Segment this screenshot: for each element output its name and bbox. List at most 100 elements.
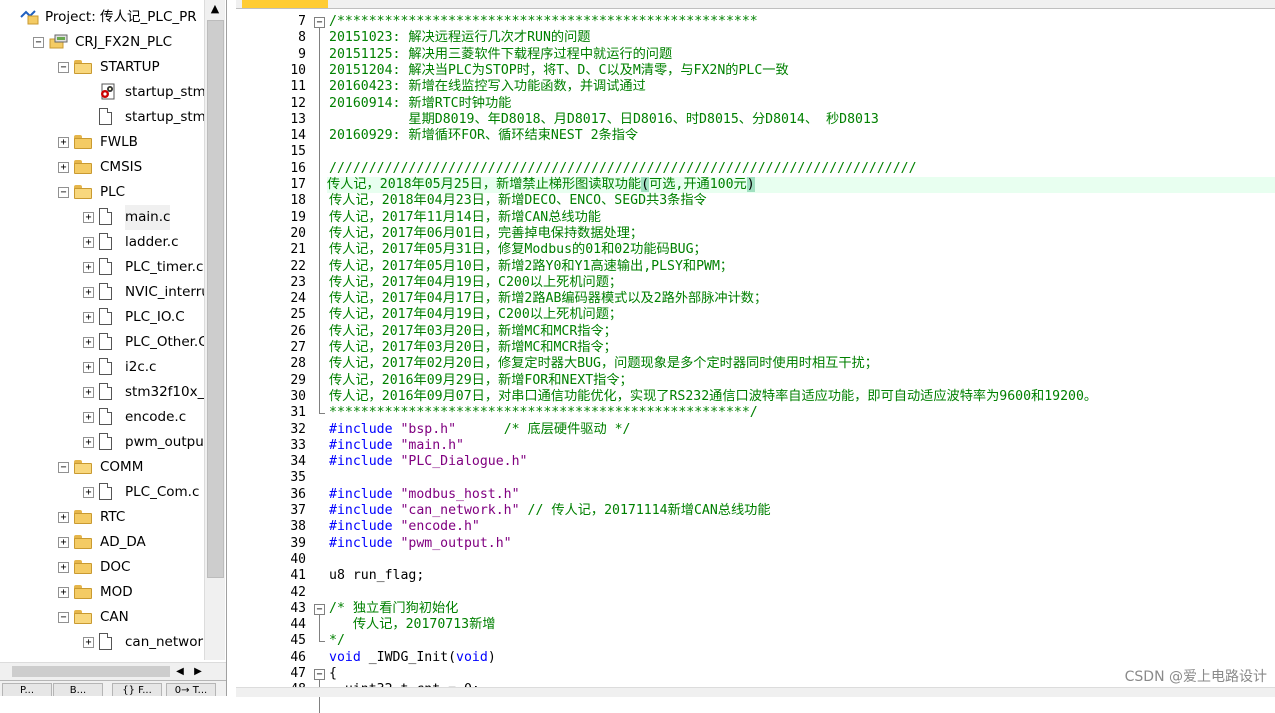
code-line[interactable]: #include "bsp.h" /* 底层硬件驱动 */ — [329, 422, 630, 438]
code-line[interactable]: ****************************************… — [329, 405, 758, 421]
scroll-up-arrow-icon[interactable]: ▲ — [205, 0, 225, 18]
expand-icon[interactable]: + — [83, 262, 94, 273]
expand-icon[interactable]: + — [83, 212, 94, 223]
code-line[interactable]: 传人记，2016年09月07日，对串口通信功能优化，实现了RS232通信口波特率… — [329, 389, 1097, 405]
tree-horizontal-scrollbar[interactable]: ◀ ▶ — [0, 662, 226, 681]
collapse-icon[interactable]: − — [58, 62, 69, 73]
code-line[interactable]: 20160914: 新增RTC时钟功能 — [329, 96, 511, 112]
code-line[interactable]: void _IWDG_Init(void) — [329, 650, 496, 666]
code-line[interactable]: ////////////////////////////////////////… — [329, 161, 917, 177]
tree-item[interactable]: + ladder.c — [0, 230, 204, 255]
fold-collapse-icon[interactable]: − — [314, 669, 325, 680]
tree-item[interactable]: + pwm_output — [0, 430, 209, 455]
tree-item[interactable]: − CAN — [0, 605, 204, 630]
collapse-icon[interactable]: − — [58, 612, 69, 623]
code-line[interactable]: #include "can_network.h" // 传人记，20171114… — [329, 503, 771, 519]
code-line[interactable]: 传人记，2017年04月19日，C200以上死机问题； — [329, 275, 622, 291]
code-line[interactable]: #include "encode.h" — [329, 519, 480, 535]
tree-item[interactable]: + encode.c — [0, 405, 204, 430]
code-line[interactable]: */ — [329, 633, 345, 649]
tree-item[interactable]: + MOD — [0, 580, 204, 605]
expand-icon[interactable]: + — [83, 412, 94, 423]
tree-item[interactable]: + i2c.c — [0, 355, 204, 380]
tree-vertical-scrollbar[interactable]: ▲ — [204, 0, 225, 660]
expand-icon[interactable]: + — [58, 587, 69, 598]
code-line[interactable]: #include "main.h" — [329, 438, 464, 454]
expand-icon[interactable]: + — [83, 337, 94, 348]
code-line[interactable]: #include "pwm_output.h" — [329, 536, 512, 552]
code-line[interactable]: 传人记，20170713新增 — [329, 617, 496, 633]
tree-item[interactable]: − STARTUP — [0, 55, 204, 80]
tree-hscroll-thumb[interactable] — [12, 666, 170, 677]
tree-item[interactable]: + PLC_Com.c — [0, 480, 204, 505]
code-line[interactable]: 传人记，2017年04月19日，C200以上死机问题； — [329, 307, 622, 323]
collapse-icon[interactable]: − — [58, 462, 69, 473]
code-line[interactable]: 20151204: 解决当PLC为STOP时，将T、D、C以及M清零，与FX2N… — [329, 63, 789, 79]
code-line[interactable]: { — [329, 666, 337, 682]
collapse-icon[interactable]: − — [58, 187, 69, 198]
tree-item[interactable]: + DOC — [0, 555, 204, 580]
tree-item[interactable]: Project: 传人记_PLC_PR — [0, 5, 204, 30]
code-line[interactable]: 传人记，2017年03月20日，新增MC和MCR指令； — [329, 340, 617, 356]
tree-item[interactable]: + PLC_timer.c — [0, 255, 204, 280]
expand-icon[interactable]: + — [58, 562, 69, 573]
expand-icon[interactable]: + — [83, 387, 94, 398]
tree-item[interactable]: startup_stm3 — [0, 105, 214, 130]
scroll-right-arrow-icon[interactable]: ▶ — [190, 663, 206, 681]
code-line[interactable]: /***************************************… — [329, 14, 758, 30]
expand-icon[interactable]: + — [58, 137, 69, 148]
code-line[interactable]: 传人记，2018年04月23日，新增DECO、ENCO、SEGD共3条指令 — [329, 193, 707, 209]
code-line[interactable]: 传人记，2017年02月20日，修复定时器大BUG，问题现象是多个定时器同时使用… — [329, 356, 878, 372]
expand-icon[interactable]: + — [83, 312, 94, 323]
expand-icon[interactable]: + — [58, 537, 69, 548]
tab-functions[interactable]: {} F... — [112, 683, 162, 696]
tab-books[interactable]: B... — [53, 683, 103, 696]
tree-item[interactable]: + PLC_IO.C — [0, 305, 204, 330]
code-area[interactable]: /***************************************… — [327, 10, 1275, 697]
tree-item[interactable]: − COMM — [0, 455, 204, 480]
code-line[interactable]: /* 独立看门狗初始化 — [329, 601, 458, 617]
scroll-left-arrow-icon[interactable]: ◀ — [172, 663, 188, 681]
code-line[interactable]: 传人记，2017年04月17日，新增2路AB编码器模式以及2路外部脉冲计数； — [329, 291, 767, 307]
expand-icon[interactable]: + — [58, 512, 69, 523]
fold-collapse-icon[interactable]: − — [314, 603, 325, 615]
code-line[interactable]: 星期D8019、年D8018、月D8017、日D8016、时D8015、分D80… — [329, 112, 878, 128]
tree-item[interactable]: + AD_DA — [0, 530, 204, 555]
tab-templates[interactable]: 0→ T... — [166, 683, 216, 696]
code-editor[interactable]: 7−8 9 10 11 12 13 14 15 16 17 18 19 20 21 22 23 24 25 26 27… — [236, 0, 1275, 713]
expand-icon[interactable]: + — [83, 287, 94, 298]
code-line[interactable]: 传人记，2017年05月10日，新增2路Y0和Y1高速输出,PLSY和PWM； — [329, 259, 733, 275]
tab-project[interactable]: P... — [2, 683, 52, 696]
code-line[interactable]: 传人记，2017年03月20日，新增MC和MCR指令； — [329, 324, 617, 340]
code-line[interactable]: 20160423: 新增在线监控写入功能函数，并调试通过 — [329, 79, 646, 95]
code-line[interactable]: u8 run_flag; — [329, 568, 424, 584]
code-line[interactable]: 传人记，2017年06月01日，完善掉电保持数据处理； — [329, 226, 643, 242]
expand-icon[interactable]: + — [83, 637, 94, 648]
code-line[interactable]: #include "modbus_host.h" — [329, 487, 520, 503]
code-line[interactable]: #include "PLC_Dialogue.h" — [329, 454, 528, 470]
expand-icon[interactable]: + — [83, 237, 94, 248]
tree-item[interactable]: − CRJ_FX2N_PLC — [0, 30, 204, 55]
tree-item[interactable]: + NVIC_interru — [0, 280, 210, 305]
active-file-tab[interactable] — [242, 0, 328, 8]
expand-icon[interactable]: + — [83, 487, 94, 498]
tree-item[interactable]: + main.c — [0, 205, 204, 230]
code-line[interactable]: 传人记，2016年09月29日，新增FOR和NEXT指令； — [329, 373, 633, 389]
tree-item[interactable]: + can_network — [0, 630, 211, 655]
tree-item[interactable]: + PLC_Other.C — [0, 330, 208, 355]
tree-item[interactable]: + CMSIS — [0, 155, 204, 180]
tree-item[interactable]: + stm32f10x_it — [0, 380, 213, 405]
code-line[interactable]: 20160929: 新增循环FOR、循环结束NEST 2条指令 — [329, 128, 638, 144]
code-line[interactable]: 传人记，2018年05月25日，新增禁止梯形图读取功能(可选,开通100元) — [327, 177, 1275, 193]
tree-item[interactable]: − PLC — [0, 180, 204, 205]
code-line[interactable]: 20151125: 解决用三菱软件下载程序过程中就运行的问题 — [329, 47, 672, 63]
fold-collapse-icon[interactable]: − — [314, 17, 325, 28]
tree-scroll-thumb[interactable] — [207, 20, 224, 578]
tree-item[interactable]: + RTC — [0, 505, 204, 530]
expand-icon[interactable]: + — [58, 162, 69, 173]
collapse-icon[interactable]: − — [33, 37, 44, 48]
expand-icon[interactable]: + — [83, 437, 94, 448]
code-line[interactable]: 传人记，2017年05月31日，修复Modbus的01和02功能码BUG； — [329, 242, 707, 258]
expand-icon[interactable]: + — [83, 362, 94, 373]
code-line[interactable]: 20151023: 解决远程运行几次才RUN的问题 — [329, 30, 590, 46]
